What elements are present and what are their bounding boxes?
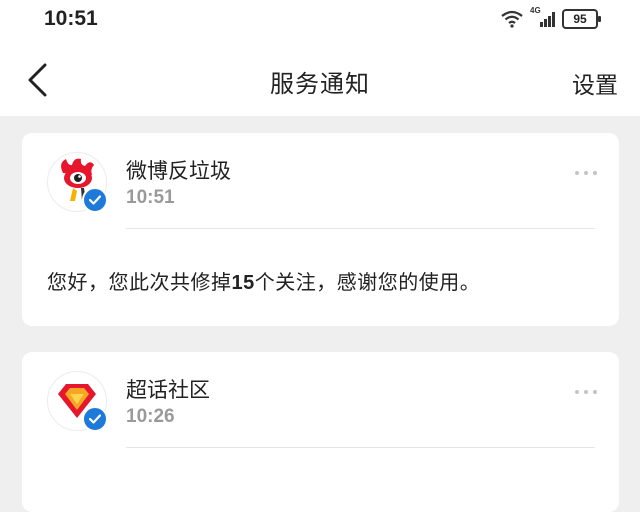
message-time: 10:51 [126,187,175,208]
verified-badge-icon [82,187,108,213]
follow-count: 15 [231,272,255,294]
more-options-icon[interactable] [575,390,597,394]
message-text: 您好，您此次共修掉15个关注，感谢您的使用。 [47,270,481,294]
divider [126,447,595,448]
divider [126,228,595,229]
sender-name[interactable]: 超话社区 [126,374,210,404]
page-title: 服务通知 [270,70,370,98]
sender-name[interactable]: 微博反垃圾 [126,155,231,185]
more-options-icon[interactable] [575,171,597,175]
battery-level: 95 [573,12,587,26]
cellular-signal-icon: 4G [530,6,556,29]
notification-card[interactable]: 超话社区 10:26 [22,352,619,512]
status-icons: 4G 95 [500,6,601,29]
wifi-icon [501,10,523,28]
settings-button[interactable]: 设置 [572,66,618,100]
message-time: 10:26 [126,406,175,427]
nav-bar: 服务通知 设置 [0,46,640,116]
status-bar: 10:51 4G 95 [0,0,640,46]
battery-icon: 95 [562,9,601,29]
notification-card[interactable]: 微博反垃圾 10:51 您好，您此次共修掉15个关注，感谢您的使用。 [22,133,619,326]
status-time: 10:51 [44,7,98,30]
verified-badge-icon [82,406,108,432]
